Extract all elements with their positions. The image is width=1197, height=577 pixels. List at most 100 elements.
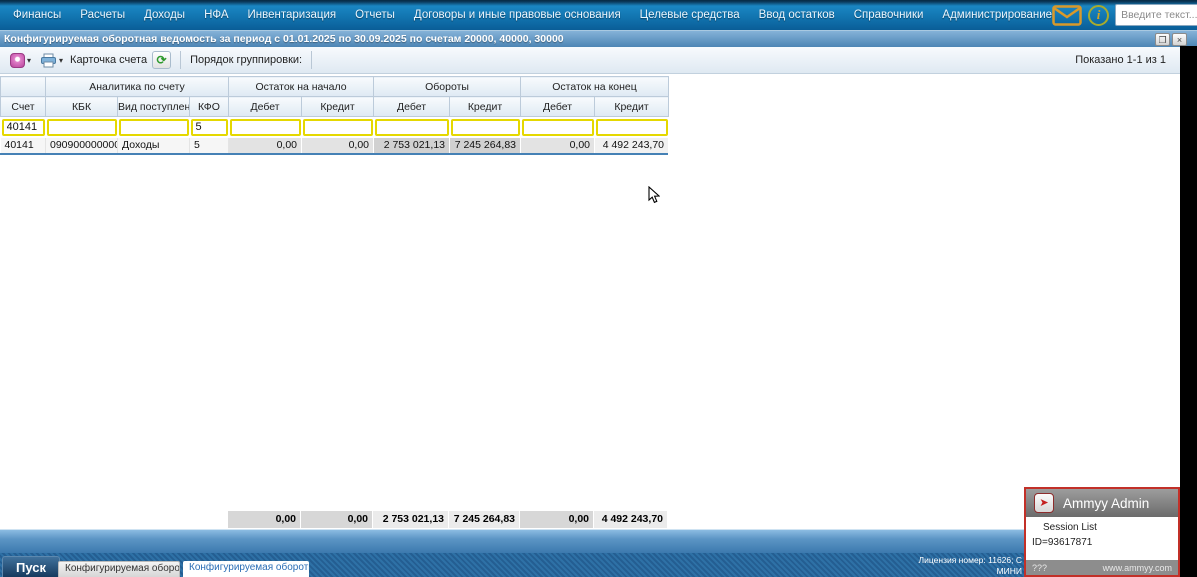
main-menu-bar: Финансы Расчеты Доходы НФА Инвентаризаци… [0, 0, 1197, 30]
col-header-debit-turn[interactable]: Дебет [373, 96, 450, 117]
report-toolbar: ▾ ▾ Карточка счета ⟳ Порядок группировки… [0, 47, 1180, 74]
search-input[interactable] [1115, 4, 1197, 26]
group-header-turnovers: Обороты [372, 76, 522, 97]
license-line-1: Лицензия номер: 11626; С [918, 555, 1022, 565]
col-header-kfo[interactable]: КФО [189, 96, 229, 117]
window-title: Конфигурируемая оборотная ведомость за п… [4, 33, 564, 45]
total-debit-open: 0,00 [228, 511, 301, 528]
mouse-cursor [648, 186, 660, 204]
license-line-2: МИНИ [996, 566, 1022, 577]
session-list-item[interactable]: Session List [1026, 522, 1178, 533]
column-header-row: Счет КБК Вид поступлени... КФО Дебет Кре… [0, 96, 670, 117]
menu-item-incomes[interactable]: Доходы [144, 9, 185, 21]
group-header-empty [0, 76, 46, 97]
taskbar-tab-report-1[interactable]: Конфигурируемая оборотная ... [58, 561, 180, 577]
close-button[interactable]: × [1172, 33, 1187, 46]
cell-debit-close: 0,00 [520, 137, 596, 153]
menu-right-tools: i [1052, 4, 1197, 26]
col-header-kbk[interactable]: КБК [45, 96, 118, 117]
screen: Финансы Расчеты Доходы НФА Инвентаризаци… [0, 0, 1197, 577]
menu-item-contracts[interactable]: Договоры и иные правовые основания [414, 9, 621, 21]
menu-item-administration[interactable]: Администрирование [942, 9, 1052, 21]
col-header-income-type[interactable]: Вид поступлени... [117, 96, 190, 117]
filter-row [0, 116, 669, 138]
group-header-closing-balance: Остаток на конец [520, 76, 670, 97]
col-header-credit-open[interactable]: Кредит [301, 96, 374, 117]
filter-credit-open-input[interactable] [302, 118, 373, 136]
cell-debit-open: 0,00 [228, 137, 302, 153]
menu-item-reports[interactable]: Отчеты [355, 9, 395, 21]
cell-credit-close: 4 492 243,70 [594, 137, 670, 153]
taskbar-tab-report-2[interactable]: Конфигурируемая оборотная ... [183, 561, 309, 577]
session-id: ID=93617871 [1032, 537, 1093, 548]
search-box [1115, 4, 1197, 26]
chevron-down-icon: ▾ [59, 55, 64, 65]
rows-shown-counter: Показано 1-1 из 1 [1075, 54, 1166, 66]
toolbar-separator [311, 51, 313, 69]
total-debit-turn: 2 753 021,13 [373, 511, 449, 528]
menu-item-nfa[interactable]: НФА [204, 9, 228, 21]
chevron-down-icon: ▾ [27, 55, 32, 65]
account-card-button[interactable]: Карточка счета [70, 54, 147, 66]
filter-debit-turn-input[interactable] [374, 118, 449, 136]
menu-item-opening-balances[interactable]: Ввод остатков [759, 9, 835, 21]
ammyy-title: Ammyy Admin [1063, 495, 1150, 511]
menu-item-inventory[interactable]: Инвентаризация [248, 9, 337, 21]
toolbar-separator [180, 51, 182, 69]
print-dropdown-button[interactable]: ▾ [38, 52, 65, 69]
cell-income-type: Доходы [117, 137, 190, 153]
table-row[interactable]: 40141 0909000000000... Доходы 5 0,00 0,0… [0, 137, 670, 153]
cell-kbk: 0909000000000... [45, 137, 118, 153]
refresh-button[interactable]: ⟳ [152, 51, 172, 69]
filter-income-type-input[interactable] [118, 118, 189, 136]
filter-credit-close-input[interactable] [595, 118, 668, 136]
col-header-credit-turn[interactable]: Кредит [448, 96, 522, 117]
info-icon[interactable]: i [1088, 4, 1110, 26]
filter-kbk-input[interactable] [46, 118, 117, 136]
menu-item-calculations[interactable]: Расчеты [80, 9, 125, 21]
refresh-icon: ⟳ [156, 53, 167, 67]
report-window: ▾ ▾ Карточка счета ⟳ Порядок группировки… [0, 47, 1180, 577]
cell-debit-turn: 2 753 021,13 [373, 137, 450, 153]
toolbar-buttons: ▾ ▾ Карточка счета ⟳ Порядок группировки… [8, 51, 316, 69]
total-credit-open: 0,00 [301, 511, 373, 528]
cell-kfo: 5 [189, 137, 229, 153]
cell-account: 40141 [0, 137, 46, 153]
col-header-debit-close[interactable]: Дебет [520, 96, 596, 117]
cell-credit-open: 0,00 [301, 137, 374, 153]
col-header-debit-open[interactable]: Дебет [228, 96, 302, 117]
filter-debit-close-input[interactable] [521, 118, 594, 136]
menu-item-finances[interactable]: Финансы [13, 9, 61, 21]
filter-kfo-input[interactable] [190, 118, 228, 136]
ammyy-titlebar[interactable]: ➤ Ammyy Admin [1026, 489, 1178, 517]
ammyy-status-bar: ??? www.ammyy.com [1026, 560, 1178, 575]
printer-icon [41, 53, 57, 67]
total-credit-close: 4 492 243,70 [594, 511, 668, 528]
main-menu: Финансы Расчеты Доходы НФА Инвентаризаци… [0, 9, 1052, 21]
filter-credit-turn-input[interactable] [450, 118, 520, 136]
col-header-account[interactable]: Счет [0, 96, 46, 117]
window-status-bar [0, 529, 1180, 553]
filter-account-input[interactable] [1, 118, 45, 136]
restore-button[interactable]: ❐ [1155, 33, 1170, 46]
mail-icon[interactable] [1052, 4, 1082, 26]
ammyy-admin-window: ➤ Ammyy Admin Session List ID=93617871 ?… [1024, 487, 1180, 577]
screen-black-edge [1180, 46, 1197, 577]
actions-dropdown-button[interactable]: ▾ [8, 52, 33, 69]
start-button[interactable]: Пуск [2, 556, 60, 577]
current-row-indicator [0, 152, 668, 155]
menu-item-directories[interactable]: Справочники [854, 9, 924, 21]
totals-row: 0,00 0,00 2 753 021,13 7 245 264,83 0,00… [0, 511, 668, 528]
window-buttons: ❐ × [1155, 33, 1187, 46]
col-header-credit-close[interactable]: Кредит [594, 96, 670, 117]
total-debit-close: 0,00 [520, 511, 594, 528]
taskbar: Пуск Конфигурируемая оборотная ... Конфи… [0, 553, 1180, 577]
license-info: Лицензия номер: 11626; С МИНИ [919, 555, 1022, 577]
grouping-order-label: Порядок группировки: [190, 54, 303, 66]
menu-item-target-funds[interactable]: Целевые средства [640, 9, 740, 21]
filter-debit-open-input[interactable] [229, 118, 301, 136]
turnover-table: Аналитика по счету Остаток на начало Обо… [0, 76, 670, 153]
total-credit-turn: 7 245 264,83 [449, 511, 520, 528]
ammyy-website-link[interactable]: www.ammyy.com [1103, 563, 1172, 573]
group-header-opening-balance: Остаток на начало [228, 76, 374, 97]
